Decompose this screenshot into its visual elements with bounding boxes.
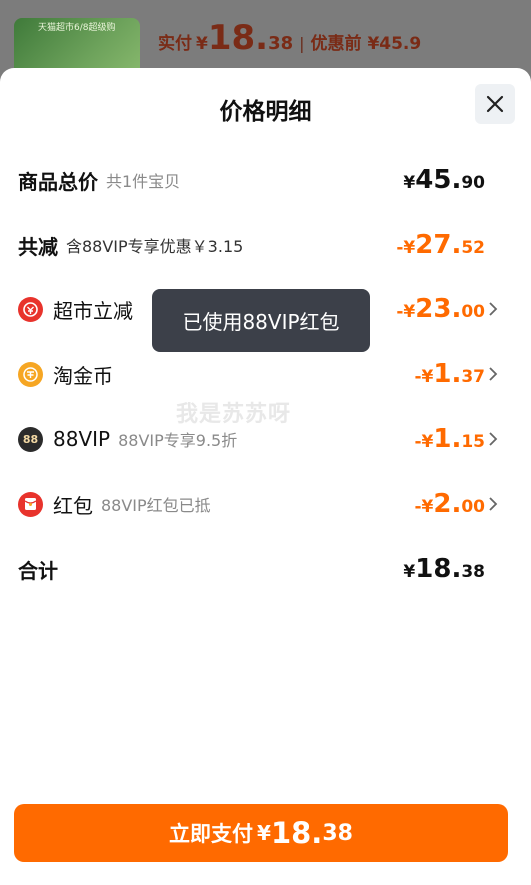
pay-now-amount-int: 18. xyxy=(270,816,323,850)
pay-currency: ¥ xyxy=(196,34,208,54)
chevron-right-icon xyxy=(489,432,498,446)
vip-detail-text: 88VIP专享9.5折 xyxy=(118,431,238,450)
chevron-right-icon xyxy=(489,367,498,381)
gold-coin-label: 淘金币 xyxy=(53,363,113,388)
vip-discount-amount: -¥ 1. 15 xyxy=(414,424,485,454)
pay-now-button[interactable]: 立即支付 ¥ 18. 38 xyxy=(14,804,508,862)
pay-now-amount-dec: 38 xyxy=(322,820,353,846)
price-detail-sheet: 价格明细 商品总价 共1件宝贝 ¥45. 90 共减 含88VIP专享优惠￥3.1… xyxy=(0,68,531,885)
price-separator: | xyxy=(299,34,305,53)
pay-amount-dec: 38 xyxy=(268,33,294,54)
red-packet-label: 红包 xyxy=(53,493,93,518)
vip-label: 88VIP xyxy=(53,427,111,451)
top-price-summary: 实付 ¥ 18. 38 | 优惠前 ¥45.9 xyxy=(158,18,421,68)
gold-coin-amount: -¥ 1. 37 xyxy=(414,359,485,389)
supermarket-discount-icon xyxy=(18,296,43,322)
toast-message: 已使用88VIP红包 xyxy=(152,289,370,352)
chevron-right-icon xyxy=(489,497,498,511)
pay-amount-int: 18. xyxy=(207,18,269,58)
pay-now-currency: ¥ xyxy=(257,821,271,845)
red-packet-detail-text: 88VIP红包已抵 xyxy=(101,496,211,515)
row-sum: 合计 ¥18. 38 xyxy=(0,549,531,589)
close-icon xyxy=(486,95,504,113)
vip-88-icon: 88 xyxy=(18,426,43,452)
reduce-detail-text: 含88VIP专享优惠￥3.15 xyxy=(66,237,244,256)
sum-label: 合计 xyxy=(18,558,58,583)
row-total-price: 商品总价 共1件宝贝 ¥45. 90 xyxy=(0,160,531,200)
pay-now-label: 立即支付 xyxy=(169,822,254,846)
thumbnail-caption: 天猫超市6/8超级购 xyxy=(38,23,116,33)
total-reduce-amount: -¥ 27. 52 xyxy=(396,230,485,260)
total-count-text: 共1件宝贝 xyxy=(106,172,181,191)
total-price-amount: ¥45. 90 xyxy=(403,165,485,195)
pay-label: 实付 xyxy=(158,34,192,54)
row-red-packet[interactable]: 红包 88VIP红包已抵 -¥ 2. 00 xyxy=(0,484,531,524)
gold-coin-icon xyxy=(18,361,43,387)
total-reduce-label: 共减 xyxy=(18,234,58,259)
watermark-text: 我是苏苏呀 xyxy=(176,402,292,427)
close-button[interactable] xyxy=(475,84,515,124)
original-price: 优惠前 ¥45.9 xyxy=(310,34,422,54)
row-total-reduce: 共减 含88VIP专享优惠￥3.15 -¥ 27. 52 xyxy=(0,225,531,265)
red-packet-amount: -¥ 2. 00 xyxy=(414,489,485,519)
red-packet-icon xyxy=(18,491,43,517)
supermarket-discount-amount: -¥ 23. 00 xyxy=(396,294,485,324)
chevron-right-icon xyxy=(489,302,498,316)
sum-amount: ¥18. 38 xyxy=(403,554,485,584)
sheet-title: 价格明细 xyxy=(219,99,312,125)
row-gold-coin[interactable]: 淘金币 -¥ 1. 37 xyxy=(0,354,531,394)
total-price-label: 商品总价 xyxy=(18,169,98,194)
supermarket-discount-label: 超市立减 xyxy=(53,298,133,323)
